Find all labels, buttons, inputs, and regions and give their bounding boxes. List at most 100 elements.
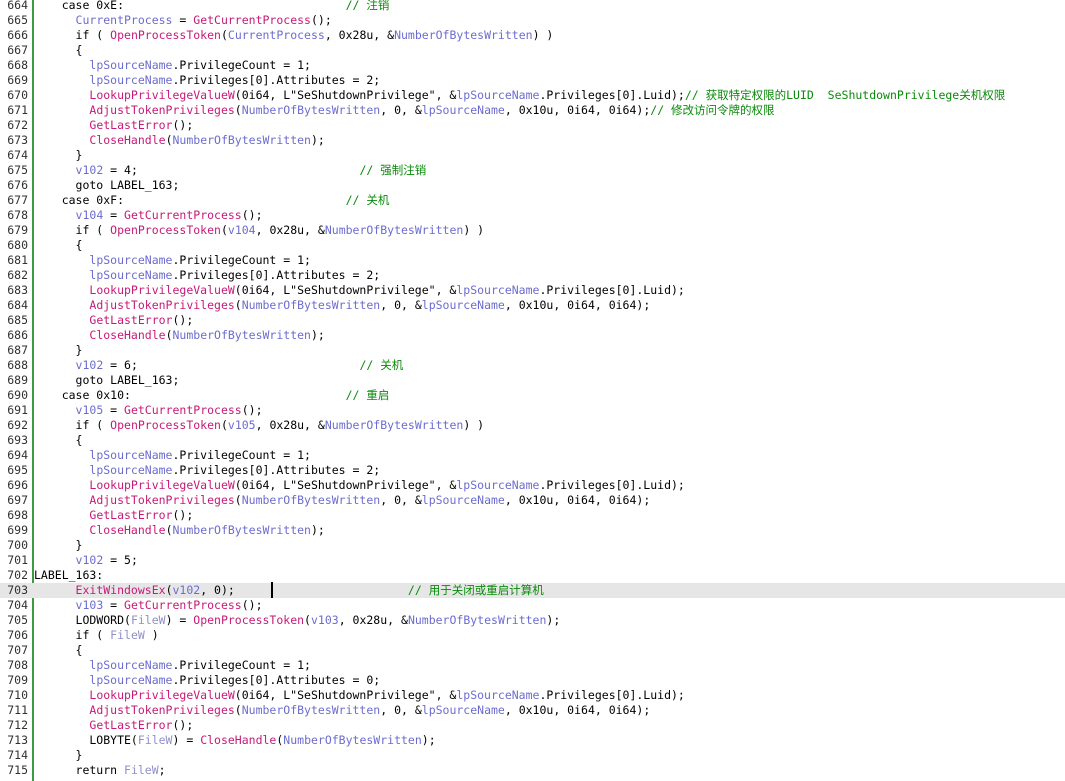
code-line[interactable]: 682 lpSourceName.Privileges[0].Attribute… bbox=[0, 268, 1065, 283]
code-line[interactable]: 669 lpSourceName.Privileges[0].Attribute… bbox=[0, 73, 1065, 88]
code-line[interactable]: 709 lpSourceName.Privileges[0].Attribute… bbox=[0, 673, 1065, 688]
code-text[interactable]: } bbox=[34, 148, 83, 163]
code-line[interactable]: 683 LookupPrivilegeValueW(0i64, L"SeShut… bbox=[0, 283, 1065, 298]
code-text[interactable]: { bbox=[34, 238, 83, 253]
code-line[interactable]: 712 GetLastError(); bbox=[0, 718, 1065, 733]
code-text[interactable]: GetLastError(); bbox=[34, 118, 193, 133]
code-text[interactable]: if ( OpenProcessToken(CurrentProcess, 0x… bbox=[34, 28, 554, 43]
code-line[interactable]: 670 LookupPrivilegeValueW(0i64, L"SeShut… bbox=[0, 88, 1065, 103]
code-line[interactable]: 711 AdjustTokenPrivileges(NumberOfBytesW… bbox=[0, 703, 1065, 718]
code-line[interactable]: 685 GetLastError(); bbox=[0, 313, 1065, 328]
code-line[interactable]: 690 case 0x10: // 重启 bbox=[0, 388, 1065, 403]
code-text[interactable]: } bbox=[34, 538, 83, 553]
code-line[interactable]: 675 v102 = 4; // 强制注销 bbox=[0, 163, 1065, 178]
code-line[interactable]: 695 lpSourceName.Privileges[0].Attribute… bbox=[0, 463, 1065, 478]
code-line[interactable]: 666 if ( OpenProcessToken(CurrentProcess… bbox=[0, 28, 1065, 43]
code-line[interactable]: 664 case 0xE: // 注销 bbox=[0, 0, 1065, 13]
code-text[interactable]: CurrentProcess = GetCurrentProcess(); bbox=[34, 13, 332, 28]
code-line[interactable]: 668 lpSourceName.PrivilegeCount = 1; bbox=[0, 58, 1065, 73]
code-text[interactable]: AdjustTokenPrivileges(NumberOfBytesWritt… bbox=[34, 703, 650, 718]
code-text[interactable]: GetLastError(); bbox=[34, 718, 193, 733]
code-line[interactable]: 688 v102 = 6; // 关机 bbox=[0, 358, 1065, 373]
code-line[interactable]: 671 AdjustTokenPrivileges(NumberOfBytesW… bbox=[0, 103, 1065, 118]
code-text[interactable]: CloseHandle(NumberOfBytesWritten); bbox=[34, 328, 324, 343]
code-text[interactable]: GetLastError(); bbox=[34, 313, 193, 328]
code-text[interactable]: AdjustTokenPrivileges(NumberOfBytesWritt… bbox=[34, 103, 774, 118]
code-text[interactable]: lpSourceName.Privileges[0].Attributes = … bbox=[34, 673, 380, 688]
code-line[interactable]: 673 CloseHandle(NumberOfBytesWritten); bbox=[0, 133, 1065, 148]
code-line[interactable]: 699 CloseHandle(NumberOfBytesWritten); bbox=[0, 523, 1065, 538]
code-text[interactable]: LookupPrivilegeValueW(0i64, L"SeShutdown… bbox=[34, 688, 684, 703]
code-line[interactable]: 676 goto LABEL_163; bbox=[0, 178, 1065, 193]
code-text[interactable]: if ( OpenProcessToken(v104, 0x28u, &Numb… bbox=[34, 223, 485, 238]
code-text[interactable]: if ( OpenProcessToken(v105, 0x28u, &Numb… bbox=[34, 418, 485, 433]
code-text[interactable]: LookupPrivilegeValueW(0i64, L"SeShutdown… bbox=[34, 283, 684, 298]
code-text[interactable]: AdjustTokenPrivileges(NumberOfBytesWritt… bbox=[34, 298, 650, 313]
code-text[interactable]: goto LABEL_163; bbox=[34, 178, 180, 193]
code-line[interactable]: 672 GetLastError(); bbox=[0, 118, 1065, 133]
code-text[interactable]: lpSourceName.PrivilegeCount = 1; bbox=[34, 448, 311, 463]
code-text[interactable]: { bbox=[34, 43, 83, 58]
code-line[interactable]: 701 v102 = 5; bbox=[0, 553, 1065, 568]
code-text[interactable]: case 0xF: // 关机 bbox=[34, 193, 390, 208]
code-line[interactable]: 703 ExitWindowsEx(v102, 0); // 用于关闭或重启计算… bbox=[0, 582, 1065, 598]
code-text[interactable]: v102 = 4; // 强制注销 bbox=[34, 163, 427, 178]
code-line[interactable]: 708 lpSourceName.PrivilegeCount = 1; bbox=[0, 658, 1065, 673]
code-text[interactable]: { bbox=[34, 643, 83, 658]
code-line[interactable]: 689 goto LABEL_163; bbox=[0, 373, 1065, 388]
code-text[interactable]: LookupPrivilegeValueW(0i64, L"SeShutdown… bbox=[34, 478, 684, 493]
code-line[interactable]: 707 { bbox=[0, 643, 1065, 658]
code-line[interactable]: 677 case 0xF: // 关机 bbox=[0, 193, 1065, 208]
code-line[interactable]: 715 return FileW; bbox=[0, 763, 1065, 778]
code-line[interactable]: 706 if ( FileW ) bbox=[0, 628, 1065, 643]
code-line[interactable]: 696 LookupPrivilegeValueW(0i64, L"SeShut… bbox=[0, 478, 1065, 493]
code-line[interactable]: 694 lpSourceName.PrivilegeCount = 1; bbox=[0, 448, 1065, 463]
code-text[interactable]: LookupPrivilegeValueW(0i64, L"SeShutdown… bbox=[34, 88, 1005, 103]
code-line[interactable]: 674 } bbox=[0, 148, 1065, 163]
code-text[interactable]: v102 = 6; // 关机 bbox=[34, 358, 404, 373]
code-text[interactable]: ExitWindowsEx(v102, 0); // 用于关闭或重启计算机 bbox=[34, 583, 544, 598]
code-text[interactable]: lpSourceName.Privileges[0].Attributes = … bbox=[34, 463, 380, 478]
code-text[interactable]: LABEL_163: bbox=[34, 568, 103, 583]
code-text[interactable]: CloseHandle(NumberOfBytesWritten); bbox=[34, 523, 324, 538]
code-line[interactable]: 691 v105 = GetCurrentProcess(); bbox=[0, 403, 1065, 418]
code-line[interactable]: 714 } bbox=[0, 748, 1065, 763]
code-text[interactable]: v104 = GetCurrentProcess(); bbox=[34, 208, 263, 223]
code-line[interactable]: 710 LookupPrivilegeValueW(0i64, L"SeShut… bbox=[0, 688, 1065, 703]
code-line[interactable]: 700 } bbox=[0, 538, 1065, 553]
code-text[interactable]: lpSourceName.Privileges[0].Attributes = … bbox=[34, 73, 380, 88]
code-text[interactable]: lpSourceName.PrivilegeCount = 1; bbox=[34, 58, 311, 73]
code-line[interactable]: 702 LABEL_163: bbox=[0, 568, 1065, 583]
code-text[interactable]: LODWORD(FileW) = OpenProcessToken(v103, … bbox=[34, 613, 561, 628]
code-text[interactable]: LOBYTE(FileW) = CloseHandle(NumberOfByte… bbox=[34, 733, 435, 748]
code-text[interactable]: GetLastError(); bbox=[34, 508, 193, 523]
code-text[interactable]: v105 = GetCurrentProcess(); bbox=[34, 403, 263, 418]
code-line[interactable]: 678 v104 = GetCurrentProcess(); bbox=[0, 208, 1065, 223]
code-line[interactable]: 684 AdjustTokenPrivileges(NumberOfBytesW… bbox=[0, 298, 1065, 313]
code-text[interactable]: v103 = GetCurrentProcess(); bbox=[34, 598, 263, 613]
code-line[interactable]: 665 CurrentProcess = GetCurrentProcess()… bbox=[0, 13, 1065, 28]
code-text[interactable]: return FileW; bbox=[34, 763, 166, 778]
code-line[interactable]: 704 v103 = GetCurrentProcess(); bbox=[0, 598, 1065, 613]
code-line[interactable]: 705 LODWORD(FileW) = OpenProcessToken(v1… bbox=[0, 613, 1065, 628]
code-text[interactable]: case 0x10: // 重启 bbox=[34, 388, 390, 403]
code-line[interactable]: 692 if ( OpenProcessToken(v105, 0x28u, &… bbox=[0, 418, 1065, 433]
code-line[interactable]: 686 CloseHandle(NumberOfBytesWritten); bbox=[0, 328, 1065, 343]
code-text[interactable]: } bbox=[34, 343, 83, 358]
code-text[interactable]: } bbox=[34, 748, 83, 763]
code-text[interactable]: CloseHandle(NumberOfBytesWritten); bbox=[34, 133, 324, 148]
code-text[interactable]: v102 = 5; bbox=[34, 553, 138, 568]
code-text[interactable]: if ( FileW ) bbox=[34, 628, 159, 643]
code-text[interactable]: { bbox=[34, 433, 83, 448]
code-line[interactable]: 687 } bbox=[0, 343, 1065, 358]
code-line[interactable]: 693 { bbox=[0, 433, 1065, 448]
code-text[interactable]: lpSourceName.PrivilegeCount = 1; bbox=[34, 658, 311, 673]
pseudocode-editor[interactable]: 664 case 0xE: // 注销 665 CurrentProcess = … bbox=[0, 0, 1065, 781]
code-text[interactable]: case 0xE: // 注销 bbox=[34, 0, 390, 13]
code-line[interactable]: 713 LOBYTE(FileW) = CloseHandle(NumberOf… bbox=[0, 733, 1065, 748]
code-line[interactable]: 667 { bbox=[0, 43, 1065, 58]
code-line[interactable]: 697 AdjustTokenPrivileges(NumberOfBytesW… bbox=[0, 493, 1065, 508]
code-line[interactable]: 679 if ( OpenProcessToken(v104, 0x28u, &… bbox=[0, 223, 1065, 238]
code-text[interactable]: lpSourceName.Privileges[0].Attributes = … bbox=[34, 268, 380, 283]
code-line[interactable]: 698 GetLastError(); bbox=[0, 508, 1065, 523]
